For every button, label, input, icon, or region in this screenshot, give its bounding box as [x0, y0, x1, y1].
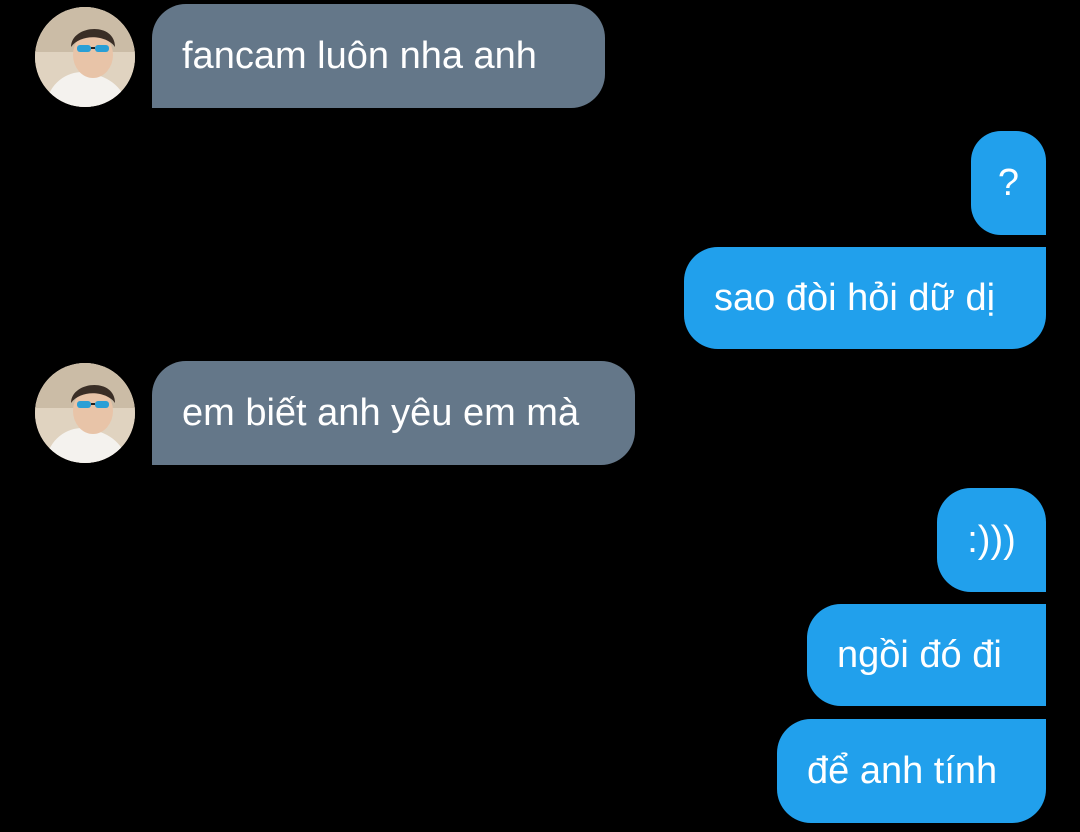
avatar-photo-icon [35, 363, 135, 463]
message-bubble-sent[interactable]: ngồi đó đi [807, 604, 1046, 706]
message-text: ? [997, 162, 1020, 204]
message-text: ngồi đó đi [837, 634, 1002, 676]
message-bubble-received[interactable]: em biết anh yêu em mà [152, 361, 635, 465]
message-text: em biết anh yêu em mà [182, 392, 580, 434]
message-text: sao đòi hỏi dữ dị [714, 277, 996, 319]
message-text: fancam luôn nha anh [182, 35, 537, 77]
contact-avatar[interactable] [35, 7, 135, 107]
contact-avatar[interactable] [35, 363, 135, 463]
message-bubble-received[interactable]: fancam luôn nha anh [152, 4, 605, 108]
message-bubble-sent[interactable]: :))) [937, 488, 1046, 592]
chat-thread: fancam luôn nha anh ? sao đòi hỏi dữ dị … [0, 0, 1080, 832]
message-text: để anh tính [807, 750, 998, 792]
message-bubble-sent[interactable]: sao đòi hỏi dữ dị [684, 247, 1046, 349]
avatar-photo-icon [35, 7, 135, 107]
message-bubble-sent[interactable]: ? [971, 131, 1046, 235]
message-text: :))) [967, 519, 1016, 561]
message-bubble-sent[interactable]: để anh tính [777, 719, 1046, 823]
